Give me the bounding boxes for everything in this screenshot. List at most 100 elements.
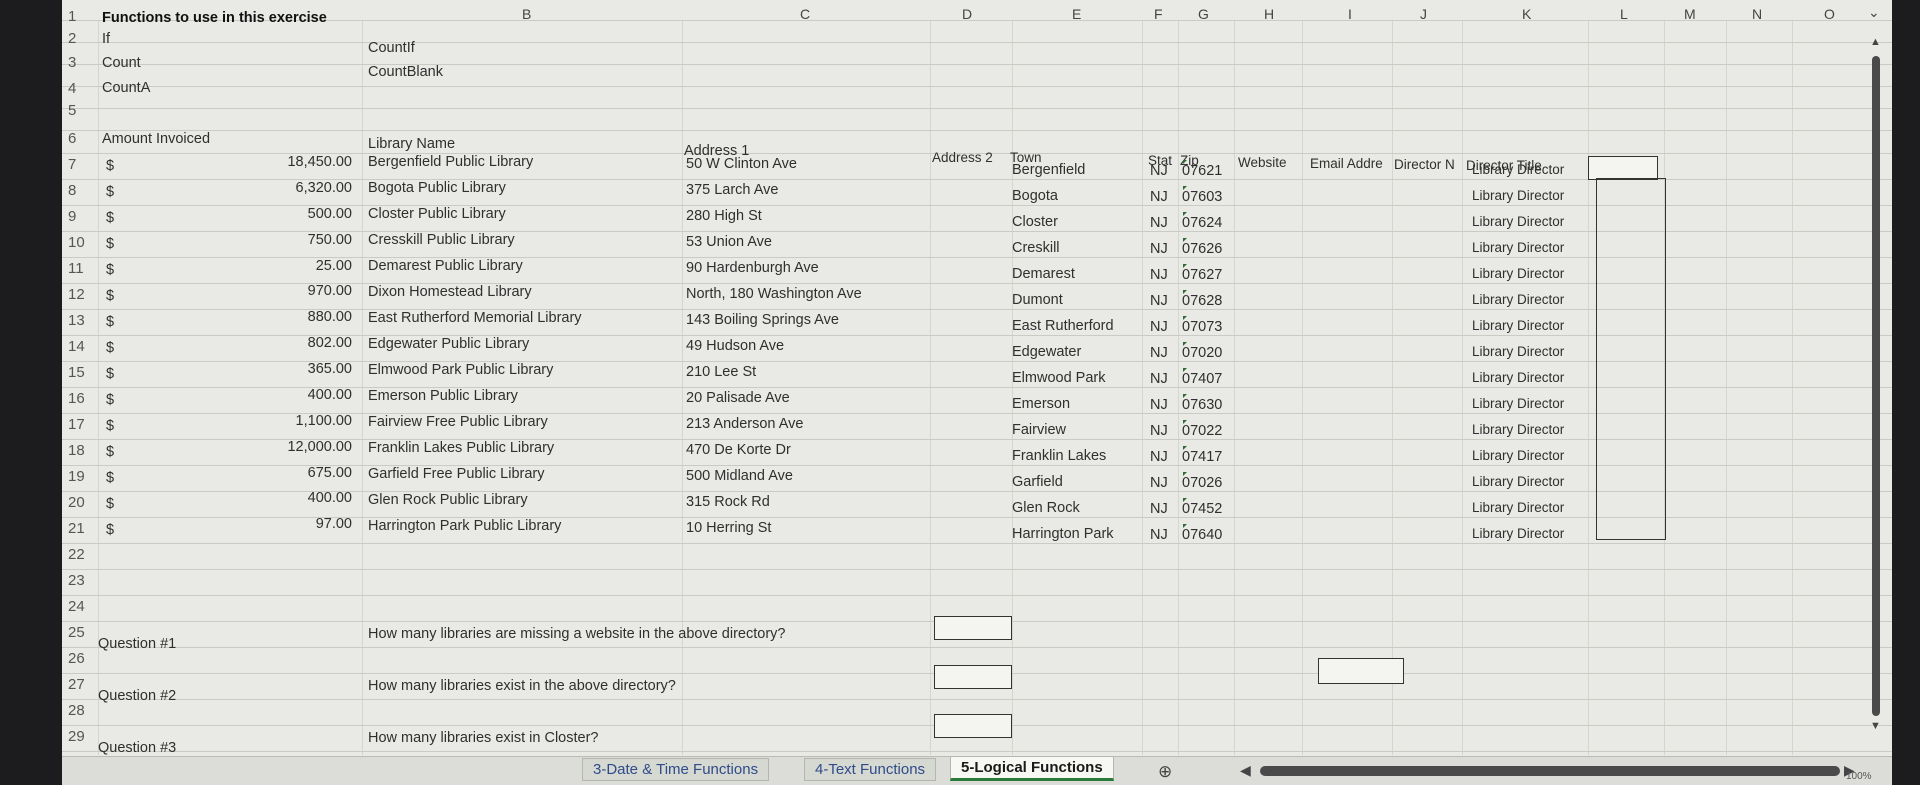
row-header[interactable]: 28 xyxy=(68,702,88,719)
zip[interactable]: 07624 xyxy=(1182,215,1222,231)
town[interactable]: Garfield xyxy=(1012,474,1063,490)
row-header[interactable]: 20 xyxy=(68,494,88,511)
selected-cell[interactable] xyxy=(1588,156,1658,180)
zip[interactable]: 07020 xyxy=(1182,345,1222,361)
tab-text-functions[interactable]: 4-Text Functions xyxy=(804,758,937,781)
currency-symbol[interactable]: $ xyxy=(106,236,114,252)
function-countif[interactable]: CountIf xyxy=(368,40,415,56)
address-1[interactable]: North, 180 Washington Ave xyxy=(686,286,862,302)
triangle-down-icon[interactable]: ▼ xyxy=(1870,720,1881,732)
question-1-answer-cell[interactable] xyxy=(934,616,1012,640)
director-title[interactable]: Library Director xyxy=(1472,318,1564,333)
row-header[interactable]: 12 xyxy=(68,286,88,303)
zip[interactable]: 07640 xyxy=(1182,527,1222,543)
header-library-name[interactable]: Library Name xyxy=(368,136,455,152)
amount-invoiced[interactable]: 400.00 xyxy=(242,490,352,506)
horizontal-scrollbar[interactable] xyxy=(1260,766,1840,776)
library-name[interactable]: Emerson Public Library xyxy=(368,388,518,404)
question-2-text[interactable]: How many libraries exist in the above di… xyxy=(368,678,676,694)
row-header[interactable]: 22 xyxy=(68,546,88,563)
amount-invoiced[interactable]: 12,000.00 xyxy=(242,439,352,455)
address-1[interactable]: 49 Hudson Ave xyxy=(686,338,784,354)
director-title[interactable]: Library Director xyxy=(1472,240,1564,255)
zip[interactable]: 07026 xyxy=(1182,475,1222,491)
row-header[interactable]: 15 xyxy=(68,364,88,381)
state[interactable]: NJ xyxy=(1150,215,1168,231)
town[interactable]: Franklin Lakes xyxy=(1012,448,1106,464)
address-1[interactable]: 210 Lee St xyxy=(686,364,756,380)
currency-symbol[interactable]: $ xyxy=(106,314,114,330)
currency-symbol[interactable]: $ xyxy=(106,522,114,538)
question-1-label[interactable]: Question #1 xyxy=(98,636,176,652)
row-header[interactable]: 23 xyxy=(68,572,88,589)
currency-symbol[interactable]: $ xyxy=(106,470,114,486)
amount-invoiced[interactable]: 365.00 xyxy=(242,361,352,377)
library-name[interactable]: Glen Rock Public Library xyxy=(368,492,528,508)
town[interactable]: East Rutherford xyxy=(1012,318,1114,334)
address-1[interactable]: 50 W Clinton Ave xyxy=(686,156,797,172)
question-2-answer-cell[interactable] xyxy=(934,665,1012,689)
vertical-scrollbar[interactable] xyxy=(1872,56,1880,716)
row-header[interactable]: 1 xyxy=(68,8,88,25)
director-title[interactable]: Library Director xyxy=(1472,422,1564,437)
row-header[interactable]: 26 xyxy=(68,650,88,667)
row-header[interactable]: 2 xyxy=(68,30,88,47)
currency-symbol[interactable]: $ xyxy=(106,496,114,512)
row-header[interactable]: 17 xyxy=(68,416,88,433)
question-3-answer-cell[interactable] xyxy=(934,714,1012,738)
row-header[interactable]: 3 xyxy=(68,54,88,71)
amount-invoiced[interactable]: 400.00 xyxy=(242,387,352,403)
currency-symbol[interactable]: $ xyxy=(106,418,114,434)
library-name[interactable]: East Rutherford Memorial Library xyxy=(368,310,582,326)
functions-title[interactable]: Functions to use in this exercise xyxy=(102,10,327,26)
zip[interactable]: 07626 xyxy=(1182,241,1222,257)
state[interactable]: NJ xyxy=(1150,241,1168,257)
function-count[interactable]: Count xyxy=(102,55,141,71)
town[interactable]: Glen Rock xyxy=(1012,500,1080,516)
amount-invoiced[interactable]: 500.00 xyxy=(242,206,352,222)
director-title[interactable]: Library Director xyxy=(1472,396,1564,411)
currency-symbol[interactable]: $ xyxy=(106,184,114,200)
town[interactable]: Edgewater xyxy=(1012,344,1081,360)
currency-symbol[interactable]: $ xyxy=(106,262,114,278)
town[interactable]: Bogota xyxy=(1012,188,1058,204)
currency-symbol[interactable]: $ xyxy=(106,210,114,226)
library-name[interactable]: Dixon Homestead Library xyxy=(368,284,532,300)
tab-logical-functions[interactable]: 5-Logical Functions xyxy=(950,756,1114,781)
town[interactable]: Dumont xyxy=(1012,292,1063,308)
amount-invoiced[interactable]: 970.00 xyxy=(242,283,352,299)
amount-invoiced[interactable]: 18,450.00 xyxy=(242,154,352,170)
state[interactable]: NJ xyxy=(1150,449,1168,465)
state[interactable]: NJ xyxy=(1150,475,1168,491)
director-title[interactable]: Library Director xyxy=(1472,292,1564,307)
library-name[interactable]: Bogota Public Library xyxy=(368,180,506,196)
address-1[interactable]: 315 Rock Rd xyxy=(686,494,770,510)
zip[interactable]: 07022 xyxy=(1182,423,1222,439)
zip[interactable]: 07621 xyxy=(1182,163,1222,179)
function-if[interactable]: If xyxy=(102,31,110,47)
chevron-down-icon[interactable]: ⌄ xyxy=(1868,4,1880,21)
row-header[interactable]: 5 xyxy=(68,102,88,119)
state[interactable]: NJ xyxy=(1150,501,1168,517)
row-header[interactable]: 13 xyxy=(68,312,88,329)
header-email-address[interactable]: Email Addre xyxy=(1310,156,1383,171)
row-header[interactable]: 10 xyxy=(68,234,88,251)
zip[interactable]: 07407 xyxy=(1182,371,1222,387)
header-director-name[interactable]: Director N xyxy=(1394,157,1455,172)
row-header[interactable]: 8 xyxy=(68,182,88,199)
amount-invoiced[interactable]: 802.00 xyxy=(242,335,352,351)
plus-circle-icon[interactable]: ⊕ xyxy=(1158,762,1172,782)
row-header[interactable]: 6 xyxy=(68,130,88,147)
director-title[interactable]: Library Director xyxy=(1472,162,1564,177)
address-1[interactable]: 500 Midland Ave xyxy=(686,468,793,484)
state[interactable]: NJ xyxy=(1150,423,1168,439)
row-header[interactable]: 4 xyxy=(68,80,88,97)
town[interactable]: Demarest xyxy=(1012,266,1075,282)
question-3-text[interactable]: How many libraries exist in Closter? xyxy=(368,730,598,746)
library-name[interactable]: Harrington Park Public Library xyxy=(368,518,561,534)
town[interactable]: Closter xyxy=(1012,214,1058,230)
zip[interactable]: 07073 xyxy=(1182,319,1222,335)
question-3-label[interactable]: Question #3 xyxy=(98,740,176,756)
library-name[interactable]: Closter Public Library xyxy=(368,206,506,222)
director-title[interactable]: Library Director xyxy=(1472,214,1564,229)
